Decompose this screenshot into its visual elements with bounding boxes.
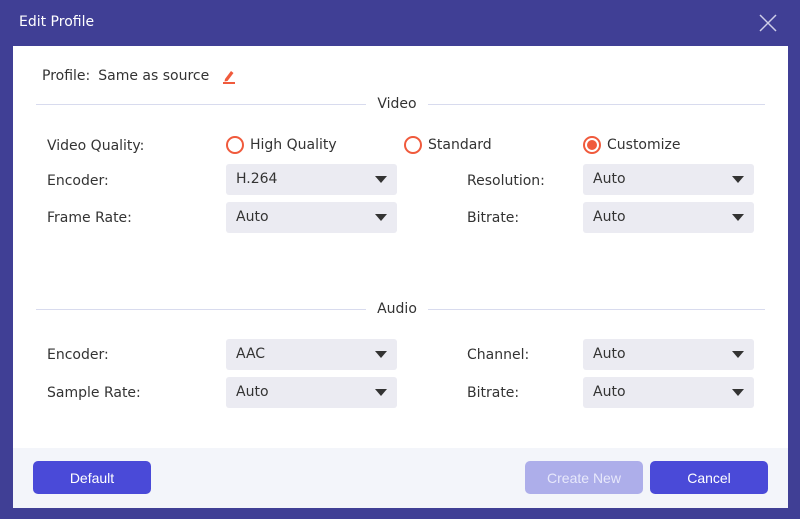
- radio-label: High Quality: [250, 137, 337, 153]
- select-value: AAC: [236, 346, 266, 362]
- channel-select[interactable]: Auto: [583, 339, 754, 370]
- divider-line: [428, 309, 765, 310]
- default-button[interactable]: Default: [33, 461, 151, 494]
- dialog-body: Profile: Same as source Video Video Qual…: [13, 46, 788, 508]
- video-section-divider: Video: [36, 96, 765, 112]
- profile-value: Same as source: [98, 68, 210, 84]
- video-quality-label: Video Quality:: [47, 138, 145, 154]
- select-value: Auto: [593, 346, 626, 362]
- cancel-button[interactable]: Cancel: [650, 461, 768, 494]
- radio-high-quality[interactable]: High Quality: [226, 136, 337, 154]
- select-value: Auto: [593, 171, 626, 187]
- caret-down-icon: [732, 176, 744, 183]
- radio-selected-icon: [583, 136, 601, 154]
- video-bitrate-select[interactable]: Auto: [583, 202, 754, 233]
- dialog-footer: Default Create New Cancel: [13, 448, 788, 508]
- radio-circle-icon: [226, 136, 244, 154]
- radio-label: Customize: [607, 137, 681, 153]
- audio-section-divider: Audio: [36, 301, 765, 317]
- video-bitrate-label: Bitrate:: [467, 210, 520, 226]
- audio-section-title: Audio: [377, 301, 417, 317]
- select-value: H.264: [236, 171, 278, 187]
- radio-label: Standard: [428, 137, 492, 153]
- resolution-label: Resolution:: [467, 173, 545, 189]
- select-value: Auto: [236, 384, 269, 400]
- sample-rate-label: Sample Rate:: [47, 385, 141, 401]
- title-bar: Edit Profile: [0, 0, 800, 46]
- audio-bitrate-select[interactable]: Auto: [583, 377, 754, 408]
- radio-circle-icon: [404, 136, 422, 154]
- close-button[interactable]: [758, 13, 778, 33]
- caret-down-icon: [732, 214, 744, 221]
- divider-line: [36, 104, 366, 105]
- video-section-title: Video: [377, 96, 417, 112]
- caret-down-icon: [732, 351, 744, 358]
- divider-line: [36, 309, 366, 310]
- radio-standard[interactable]: Standard: [404, 136, 492, 154]
- select-value: Auto: [236, 209, 269, 225]
- caret-down-icon: [375, 389, 387, 396]
- divider-line: [428, 104, 765, 105]
- audio-encoder-label: Encoder:: [47, 347, 109, 363]
- audio-bitrate-label: Bitrate:: [467, 385, 520, 401]
- select-value: Auto: [593, 384, 626, 400]
- profile-label: Profile:: [42, 68, 91, 84]
- video-encoder-label: Encoder:: [47, 173, 109, 189]
- channel-label: Channel:: [467, 347, 530, 363]
- profile-row: Profile: Same as source: [42, 68, 237, 84]
- caret-down-icon: [732, 389, 744, 396]
- caret-down-icon: [375, 351, 387, 358]
- sample-rate-select[interactable]: Auto: [226, 377, 397, 408]
- frame-rate-label: Frame Rate:: [47, 210, 132, 226]
- video-encoder-select[interactable]: H.264: [226, 164, 397, 195]
- caret-down-icon: [375, 214, 387, 221]
- create-new-button[interactable]: Create New: [525, 461, 643, 494]
- resolution-select[interactable]: Auto: [583, 164, 754, 195]
- window-title: Edit Profile: [19, 14, 95, 30]
- frame-rate-select[interactable]: Auto: [226, 202, 397, 233]
- select-value: Auto: [593, 209, 626, 225]
- caret-down-icon: [375, 176, 387, 183]
- pencil-icon[interactable]: [221, 68, 237, 84]
- radio-customize[interactable]: Customize: [583, 136, 681, 154]
- close-icon: [759, 14, 777, 32]
- audio-encoder-select[interactable]: AAC: [226, 339, 397, 370]
